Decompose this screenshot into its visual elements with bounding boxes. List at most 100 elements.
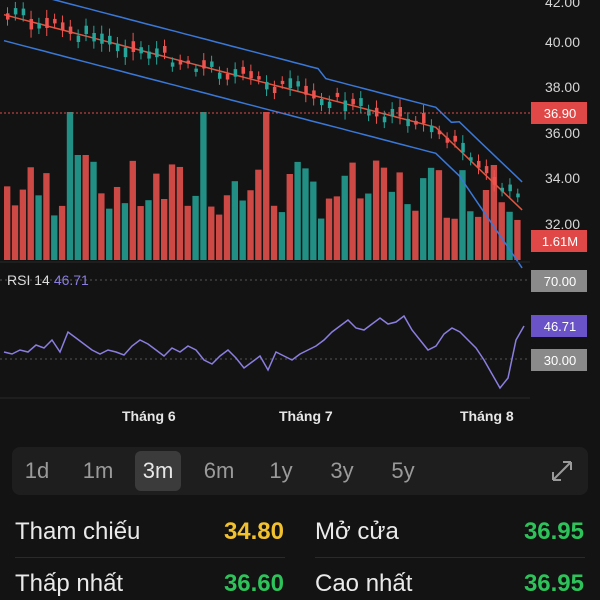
month-label: Tháng 8 <box>460 408 514 424</box>
candle-body <box>335 92 340 97</box>
candle-body <box>21 8 26 16</box>
candle-body <box>123 47 128 58</box>
candle-body <box>359 98 363 107</box>
range-5y-button[interactable]: 5y <box>380 447 426 495</box>
volume-bar <box>137 206 144 260</box>
candle-body <box>53 18 57 24</box>
candle-body <box>147 51 151 59</box>
volume-bar <box>286 174 293 260</box>
volume-bar <box>341 175 348 260</box>
volume-bar <box>200 112 207 260</box>
range-1d-button[interactable]: 1d <box>14 447 60 495</box>
volume-bar <box>153 173 160 260</box>
candle-body <box>178 59 183 65</box>
candle-body <box>163 46 167 53</box>
expand-diagonal-icon[interactable] <box>550 459 574 483</box>
stat-label-reference: Tham chiếu <box>15 518 141 545</box>
price-axis-tick: 42.00 <box>545 0 580 10</box>
rsi-line <box>3 314 525 390</box>
price-badge-text: 36.90 <box>544 106 577 121</box>
volume-bar <box>357 198 364 260</box>
candle-body <box>45 17 49 28</box>
candle-body <box>382 116 387 123</box>
candle-body <box>60 22 65 31</box>
volume-bar <box>247 190 254 260</box>
stock-chart[interactable]: 42.00 40.00 38.00 36.00 34.00 32.00 36.90 1.61M… <box>0 0 600 440</box>
candle-body <box>304 85 308 95</box>
candle-body <box>217 72 222 79</box>
candle-body <box>202 60 206 69</box>
volume-bar <box>215 214 223 260</box>
price-axis-tick: 36.00 <box>545 125 580 141</box>
candle-body <box>100 33 104 44</box>
month-label: Tháng 6 <box>122 408 176 424</box>
candle-body <box>265 81 269 90</box>
chart-canvas[interactable]: 42.00 40.00 38.00 36.00 34.00 32.00 36.90 1.61M… <box>0 0 600 440</box>
volume-bar <box>451 218 458 260</box>
volume-bar <box>475 216 482 260</box>
stat-value-high: 36.95 <box>523 570 584 597</box>
stat-value-low: 36.60 <box>223 570 284 597</box>
volume-bar <box>255 169 262 260</box>
volume-bar <box>404 204 411 260</box>
candle-body <box>37 23 41 29</box>
volume-bar <box>51 215 58 260</box>
candle-body <box>84 25 88 35</box>
volume-bar <box>380 167 388 260</box>
candle-body <box>29 18 34 30</box>
volume-bar <box>231 181 238 260</box>
volume-bar <box>66 112 74 260</box>
range-6m-button[interactable]: 6m <box>196 447 242 495</box>
candle-body <box>13 8 18 15</box>
volume-bar <box>349 162 356 260</box>
candle-body <box>241 66 245 74</box>
volume-bar <box>192 195 199 260</box>
range-1y-button[interactable]: 1y <box>258 447 304 495</box>
volume-bar <box>4 186 11 260</box>
candle-body <box>469 157 473 161</box>
candle-body <box>210 61 214 67</box>
volume-bar <box>74 155 81 260</box>
rsi-70-badge-text: 70.00 <box>544 274 577 289</box>
rsi-value: 46.71 <box>53 272 89 288</box>
candle-body <box>139 47 143 54</box>
candle-body <box>68 26 73 34</box>
volume-bar <box>333 196 341 260</box>
volume-bar <box>270 205 278 260</box>
volume-bar <box>278 212 286 260</box>
candle-body <box>115 43 120 52</box>
stat-value-open: 36.95 <box>523 518 584 545</box>
volume-bar <box>184 205 191 260</box>
stat-label-low: Thấp nhất <box>15 570 124 597</box>
range-3y-button[interactable]: 3y <box>319 447 365 495</box>
volume-bar <box>294 161 301 260</box>
candle-body <box>288 78 293 89</box>
candle-body <box>194 68 198 72</box>
volume-bar <box>372 160 380 260</box>
volume-bar <box>35 195 42 260</box>
expand-icon-graphic <box>552 461 572 481</box>
candle-body <box>320 98 324 106</box>
candle-body <box>406 118 410 127</box>
candle-body <box>272 86 277 94</box>
volume-bar <box>223 195 231 260</box>
candle-body <box>186 60 191 64</box>
volume-bar <box>43 173 50 260</box>
candle-body <box>170 62 175 67</box>
stat-value-reference: 34.80 <box>223 518 284 545</box>
candle-body <box>312 90 316 99</box>
range-3m-button[interactable]: 3m <box>135 451 181 491</box>
rsi-30-badge-text: 30.00 <box>544 353 577 368</box>
volume-bar <box>98 193 105 260</box>
volume-bar <box>498 202 505 260</box>
rsi-value-badge-text: 46.71 <box>544 319 577 334</box>
rsi-label: RSI 14 46.71 <box>7 272 89 288</box>
candle-body <box>437 130 442 135</box>
candle-body <box>6 13 10 20</box>
volume-bar <box>11 205 19 260</box>
volume-bar <box>27 167 34 260</box>
rsi-name: RSI 14 <box>7 272 50 288</box>
volume-bar <box>388 191 395 260</box>
candle-body <box>249 71 253 79</box>
range-1m-button[interactable]: 1m <box>75 447 121 495</box>
